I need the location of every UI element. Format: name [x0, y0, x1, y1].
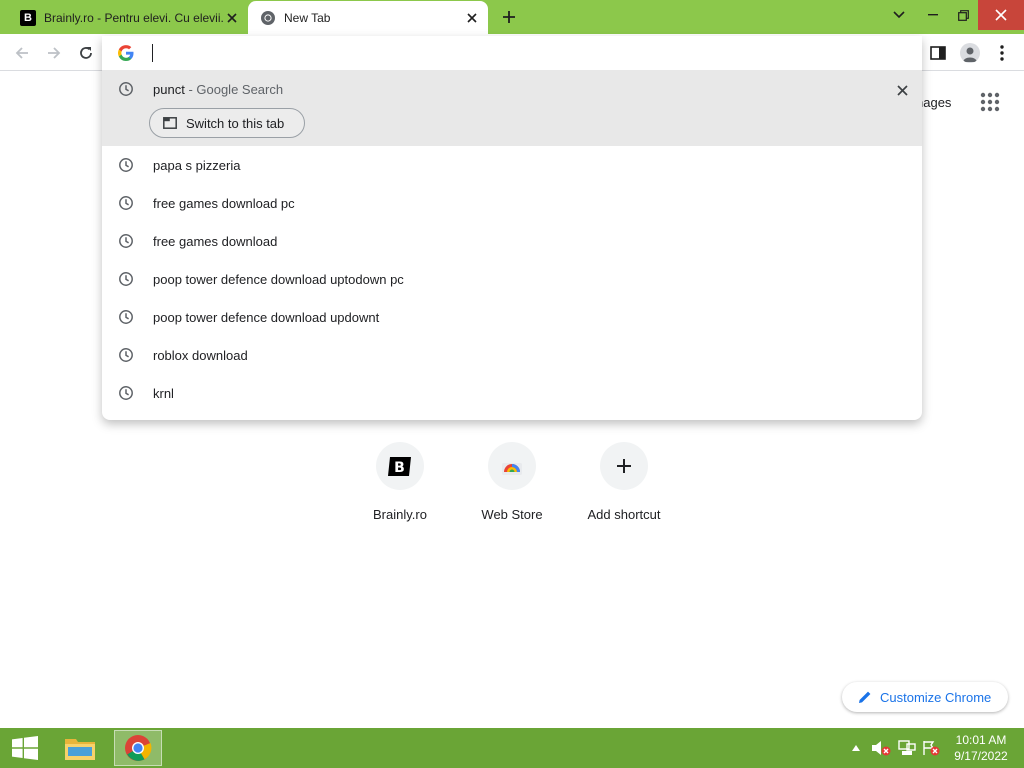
- clock-date: 9/17/2022: [954, 749, 1008, 763]
- shortcut-label: Web Store: [481, 507, 543, 522]
- tray-expand-icon[interactable]: [848, 728, 864, 768]
- suggestion-query: punct: [153, 81, 185, 97]
- text-cursor: [152, 44, 153, 62]
- shortcut-label: Brainly.ro: [373, 507, 427, 522]
- omnibox-dropdown: punct - Google Search Switch to this tab…: [102, 36, 922, 420]
- close-tab-icon[interactable]: [464, 10, 480, 26]
- suggestion-row[interactable]: free games download: [102, 222, 922, 260]
- switch-label: Switch to this tab: [186, 115, 285, 131]
- web-store-icon: [488, 442, 536, 490]
- shortcut-label: Add shortcut: [587, 507, 661, 522]
- chevron-down-icon[interactable]: [882, 0, 916, 30]
- chrome-icon: [260, 10, 276, 26]
- suggestion-row[interactable]: krnl: [102, 374, 922, 412]
- minimize-icon[interactable]: [916, 0, 950, 30]
- suggestion-row[interactable]: poop tower defence download updownt: [102, 298, 922, 336]
- customize-chrome-button[interactable]: Customize Chrome: [842, 682, 1008, 712]
- suggestion-row-selected[interactable]: punct - Google Search: [102, 70, 922, 108]
- suggestion-row[interactable]: roblox download: [102, 336, 922, 374]
- svg-text:B: B: [394, 460, 405, 476]
- forward-arrow-icon[interactable]: [40, 39, 68, 67]
- plus-icon: [600, 442, 648, 490]
- shortcut-web-store[interactable]: Web Store: [456, 442, 568, 522]
- suggestion-text: poop tower defence download updownt: [153, 309, 380, 325]
- shortcut-add[interactable]: Add shortcut: [568, 442, 680, 522]
- brainly-icon: B: [20, 9, 36, 26]
- tab-title: Brainly.ro - Pentru elevi. Cu elevii.: [44, 10, 224, 25]
- history-clock-icon: [118, 309, 134, 325]
- brainly-icon: B: [376, 442, 424, 490]
- suggestion-text: free games download: [153, 233, 278, 249]
- customize-label: Customize Chrome: [880, 689, 992, 705]
- remove-suggestion-icon[interactable]: [892, 80, 912, 100]
- windows-taskbar: 10:01 AM 9/17/2022: [0, 728, 1024, 768]
- tab-new-tab[interactable]: New Tab: [248, 1, 488, 34]
- back-arrow-icon[interactable]: [8, 39, 36, 67]
- history-clock-icon: [118, 195, 134, 211]
- network-icon[interactable]: [896, 728, 918, 768]
- file-explorer-icon[interactable]: [56, 730, 104, 766]
- suggestion-text: krnl: [153, 385, 174, 401]
- chrome-taskbar-icon[interactable]: [114, 730, 162, 766]
- suggestion-text: roblox download: [153, 347, 248, 363]
- plus-icon[interactable]: [498, 6, 520, 28]
- tab-strip: B Brainly.ro - Pentru elevi. Cu elevii. …: [0, 0, 1024, 34]
- volume-muted-icon[interactable]: [870, 728, 892, 768]
- profile-avatar-icon[interactable]: [956, 39, 984, 67]
- address-bar[interactable]: [102, 36, 922, 70]
- history-clock-icon: [118, 271, 134, 287]
- suggestion-row[interactable]: poop tower defence download uptodown pc: [102, 260, 922, 298]
- action-center-flag-icon[interactable]: [920, 728, 942, 768]
- suggestion-row[interactable]: papa s pizzeria: [102, 146, 922, 184]
- history-clock-icon: [118, 385, 134, 401]
- windows-start-icon[interactable]: [0, 728, 50, 768]
- pencil-icon: [858, 690, 872, 704]
- google-apps-icon[interactable]: [978, 90, 1002, 114]
- suggestion-row[interactable]: free games download pc: [102, 184, 922, 222]
- google-g-icon: [118, 45, 134, 61]
- tab-icon: [163, 117, 177, 129]
- history-clock-icon: [118, 347, 134, 363]
- system-clock[interactable]: 10:01 AM 9/17/2022: [946, 732, 1016, 764]
- suggestion-text: papa s pizzeria: [153, 157, 241, 173]
- close-tab-icon[interactable]: [224, 10, 240, 26]
- tab-brainly[interactable]: B Brainly.ro - Pentru elevi. Cu elevii.: [8, 1, 248, 34]
- history-clock-icon: [118, 233, 134, 249]
- suggestion-text: free games download pc: [153, 195, 295, 211]
- shortcut-brainly[interactable]: B Brainly.ro: [344, 442, 456, 522]
- restore-icon[interactable]: [946, 0, 980, 30]
- kebab-menu-icon[interactable]: [988, 39, 1016, 67]
- clock-time: 10:01 AM: [955, 733, 1007, 747]
- tab-title: New Tab: [284, 10, 331, 25]
- history-clock-icon: [118, 157, 134, 173]
- switch-to-tab-button[interactable]: Switch to this tab: [149, 108, 305, 138]
- close-window-icon[interactable]: [978, 0, 1024, 30]
- reload-icon[interactable]: [72, 39, 100, 67]
- suggestion-suffix: - Google Search: [188, 81, 284, 97]
- suggestion-text: poop tower defence download uptodown pc: [153, 271, 404, 287]
- side-panel-icon[interactable]: [924, 39, 952, 67]
- history-clock-icon: [118, 81, 134, 97]
